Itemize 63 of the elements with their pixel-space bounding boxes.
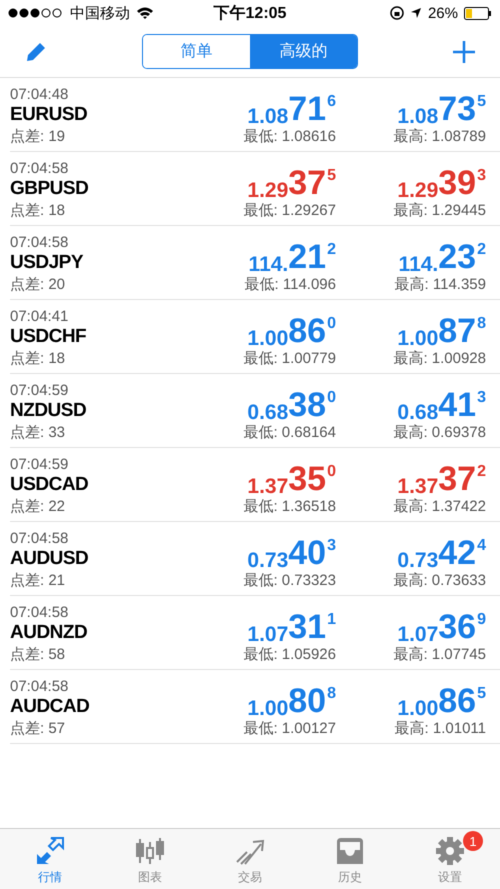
- high-price: 最高: 0.73633: [393, 571, 486, 590]
- low-price: 最低: 1.08616: [243, 127, 336, 146]
- spread-value: 点差: 22: [10, 496, 66, 516]
- low-price: 最低: 1.29267: [243, 201, 336, 220]
- tab-bar-item[interactable]: 图表: [100, 829, 200, 889]
- spread-value: 点差: 33: [10, 422, 66, 442]
- location-arrow-icon: [410, 7, 422, 19]
- low-price: 最低: 1.00127: [243, 719, 336, 738]
- clock-time: 下午12:05: [214, 4, 286, 24]
- symbol-name: AUDUSD: [10, 548, 90, 570]
- wifi-icon: [136, 6, 154, 20]
- symbol-name: USDJPY: [10, 252, 84, 274]
- symbol-name: EURUSD: [10, 104, 88, 126]
- spread-value: 点差: 58: [10, 644, 66, 664]
- add-icon[interactable]: [452, 40, 476, 64]
- high-price: 最高: 1.37422: [393, 497, 486, 516]
- quote-time: 07:04:58: [10, 604, 70, 620]
- high-price: 最高: 114.359: [394, 275, 486, 294]
- high-price: 最高: 1.08789: [393, 127, 486, 146]
- symbol-name: AUDCAD: [10, 696, 90, 718]
- spread-value: 点差: 18: [10, 200, 66, 220]
- quote-time: 07:04:41: [10, 308, 70, 324]
- high-price: 最高: 0.69378: [393, 423, 486, 442]
- high-price: 最高: 1.29445: [393, 201, 486, 220]
- symbol-name: USDCAD: [10, 474, 90, 496]
- quote-time: 07:04:58: [10, 160, 70, 176]
- tab-bar-item[interactable]: 行情: [0, 829, 100, 889]
- low-price: 最低: 1.05926: [243, 645, 336, 664]
- quote-time: 07:04:48: [10, 86, 70, 102]
- tab-bar-item[interactable]: 历史: [300, 829, 400, 889]
- candlestick-icon: [133, 836, 167, 866]
- signal-icon: [8, 8, 64, 18]
- high-price: 最高: 1.07745: [393, 645, 486, 664]
- battery-percent: 26%: [428, 4, 458, 22]
- quote-time: 07:04:58: [10, 678, 70, 694]
- low-price: 最低: 0.73323: [243, 571, 336, 590]
- rotation-lock-icon: [390, 6, 404, 20]
- battery-icon: [464, 6, 492, 20]
- low-price: 最低: 114.096: [244, 275, 336, 294]
- symbol-name: AUDNZD: [10, 622, 88, 644]
- gear-icon: [433, 836, 467, 866]
- spread-value: 点差: 57: [10, 718, 66, 738]
- tab-bar-item[interactable]: 设置 1: [400, 829, 500, 889]
- segment-tab[interactable]: 高级的: [250, 35, 357, 68]
- carrier-name: 中国移动: [70, 4, 130, 22]
- spread-value: 点差: 18: [10, 348, 66, 368]
- quote-time: 07:04:58: [10, 234, 70, 250]
- symbol-name: GBPUSD: [10, 178, 90, 200]
- symbol-name: USDCHF: [10, 326, 88, 348]
- quote-time: 07:04:58: [10, 530, 70, 546]
- low-price: 最低: 0.68164: [243, 423, 336, 442]
- notification-badge: 1: [463, 831, 483, 851]
- low-price: 最低: 1.00779: [243, 349, 336, 368]
- quote-time: 07:04:59: [10, 456, 70, 472]
- quote-time: 07:04:59: [10, 382, 70, 398]
- high-price: 最高: 1.01011: [394, 719, 486, 738]
- symbol-name: NZDUSD: [10, 400, 88, 422]
- spread-value: 点差: 20: [10, 274, 66, 294]
- spread-value: 点差: 21: [10, 570, 66, 590]
- spread-value: 点差: 19: [10, 126, 66, 146]
- tab-bar-item[interactable]: 交易: [200, 829, 300, 889]
- high-price: 最高: 1.00928: [393, 349, 486, 368]
- low-price: 最低: 1.36518: [243, 497, 336, 516]
